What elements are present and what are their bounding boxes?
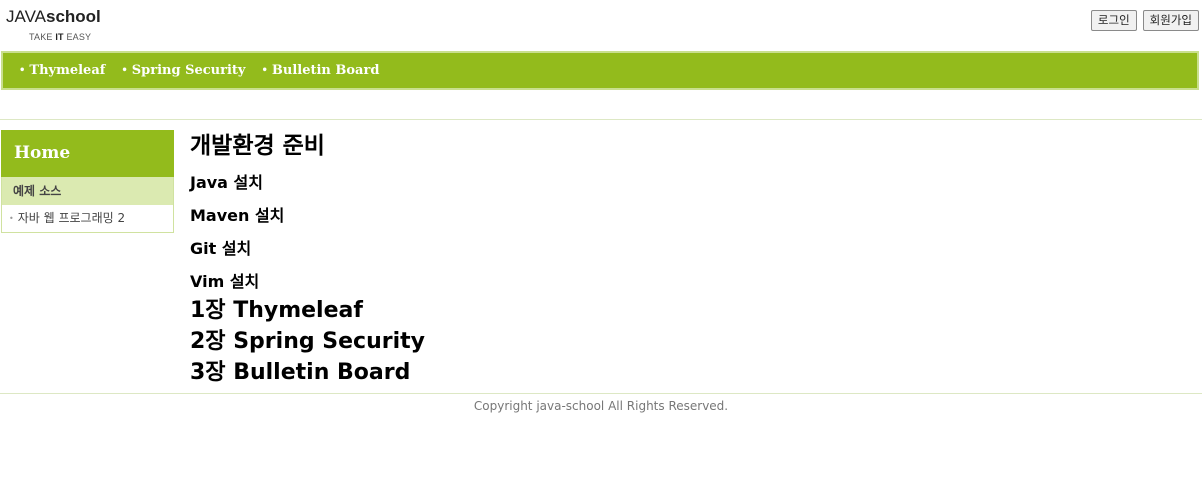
nav-item-bulletin-board[interactable]: • Bulletin Board [261,63,379,78]
chapter-1-link[interactable]: 1장 Thymeleaf [190,295,425,326]
tagline-bold: IT [55,32,64,42]
nav-item-label: Thymeleaf [29,63,106,78]
link-vim-install[interactable]: Vim 설치 [190,265,425,298]
nav-item-thymeleaf[interactable]: • Thymeleaf [19,63,105,78]
login-button[interactable]: 로그인 [1090,10,1137,31]
logo-tagline: TAKE IT EASY [29,32,101,42]
page-title: 개발환경 준비 [190,133,325,159]
link-maven-install[interactable]: Maven 설치 [190,199,425,232]
sidebar-item-label: 자바 웹 프로그래밍 2 [17,211,126,225]
bullet-icon: • [261,65,268,76]
nav-item-label: Bulletin Board [271,63,380,78]
chapter-2-link[interactable]: 2장 Spring Security [190,326,425,357]
bullet-icon: • [121,65,128,76]
sidebar-item-java-web-2[interactable]: • 자바 웹 프로그래밍 2 [1,205,174,233]
signup-button[interactable]: 회원가입 [1142,10,1199,31]
logo-bold-text: school [46,7,101,26]
account-buttons: 로그인 회원가입 [1090,10,1199,31]
tagline-pre: TAKE [29,32,56,42]
divider [0,119,1202,120]
setup-link-list: Java 설치 Maven 설치 Git 설치 Vim 설치 [190,166,425,298]
bullet-icon: • [19,65,26,76]
sidebar-section-heading: 예제 소스 [1,177,174,205]
tagline-post: EASY [63,32,92,42]
logo-wordmark: JAVAschool [6,8,101,26]
sidebar: Home 예제 소스 • 자바 웹 프로그래밍 2 [1,130,174,233]
main-content: 개발환경 준비 Java 설치 Maven 설치 Git 설치 Vim 설치 1… [190,130,425,388]
logo-light-text: JAVA [6,7,46,26]
link-java-install[interactable]: Java 설치 [190,166,425,199]
nav-item-spring-security[interactable]: • Spring Security [121,63,245,78]
logo[interactable]: JAVAschool TAKE IT EASY [6,8,101,43]
main-nav: • Thymeleaf • Spring Security • Bulletin Bo… [1,51,1199,90]
footer-copyright: Copyright java-school All Rights Reserve… [473,399,729,413]
chapter-3-link[interactable]: 3장 Bulletin Board [190,357,425,388]
nav-item-label: Spring Security [131,63,246,78]
sidebar-home-link[interactable]: Home [1,130,174,177]
chapter-list: 1장 Thymeleaf 2장 Spring Security 3장 Bulle… [190,295,425,388]
divider [0,393,1202,394]
bullet-icon: • [9,214,14,223]
link-git-install[interactable]: Git 설치 [190,232,425,265]
